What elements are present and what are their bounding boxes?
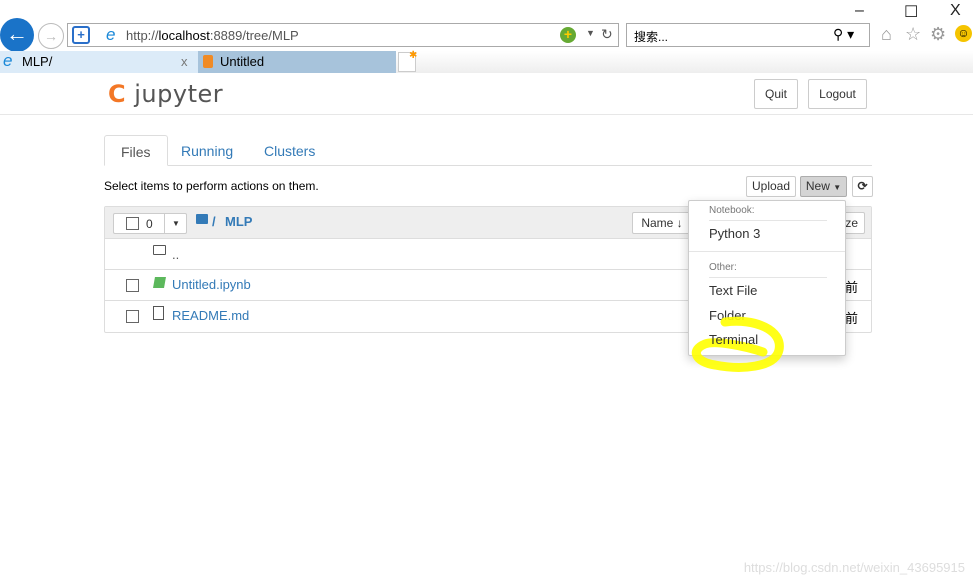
sort-name-button[interactable]: Name ↓	[632, 212, 692, 234]
refresh-button[interactable]: ⟳	[852, 176, 873, 197]
menu-item-python3[interactable]: Python 3	[709, 226, 760, 241]
forward-button[interactable]: →	[38, 23, 64, 49]
parent-folder-link[interactable]: ..	[172, 247, 179, 262]
file-link[interactable]: README.md	[172, 308, 249, 323]
row-checkbox[interactable]	[126, 279, 139, 292]
caret-down-icon: ▼	[833, 183, 842, 192]
menu-item-terminal[interactable]: Terminal	[709, 332, 758, 347]
modified-time: 前	[845, 311, 859, 326]
row-checkbox[interactable]	[126, 310, 139, 323]
search-icon[interactable]: ⚲ ▾	[833, 26, 854, 43]
jupyter-logo-mark: C	[108, 80, 127, 108]
addon-icon[interactable]: +	[560, 27, 576, 43]
shield-icon[interactable]: +	[72, 26, 90, 44]
url-host: localhost	[158, 28, 210, 43]
upload-button[interactable]: Upload	[746, 176, 796, 197]
search-placeholder: 搜索...	[634, 30, 669, 44]
url-path: :8889/tree/MLP	[209, 28, 299, 43]
maximize-button[interactable]: ☐	[904, 2, 918, 22]
arrow-right-icon: →	[44, 28, 58, 44]
new-tab-icon: ✱	[409, 50, 418, 61]
home-icon[interactable]: ⌂	[881, 24, 892, 45]
refresh-icon[interactable]: ↻	[601, 26, 613, 43]
gear-icon[interactable]: ⚙	[930, 24, 946, 45]
smiley-icon[interactable]: ☺	[955, 25, 972, 42]
url-prefix: http://	[126, 28, 159, 43]
ie-icon: e	[106, 25, 116, 44]
modified-time: 前	[845, 280, 859, 295]
menu-item-text-file[interactable]: Text File	[709, 283, 757, 298]
breadcrumb-folder[interactable]: MLP	[225, 214, 252, 229]
star-icon[interactable]: ☆	[905, 24, 921, 45]
file-icon	[153, 306, 164, 320]
address-bar[interactable]: + e http://localhost:8889/tree/MLP + ▼ ↻	[67, 23, 619, 47]
file-link[interactable]: Untitled.ipynb	[172, 277, 251, 292]
logout-button[interactable]: Logout	[808, 79, 867, 109]
menu-divider	[709, 220, 827, 221]
menu-header-other: Other:	[709, 262, 737, 273]
tab-running[interactable]: Running	[165, 135, 249, 166]
tab-clusters[interactable]: Clusters	[248, 135, 331, 166]
folder-icon	[153, 245, 166, 255]
tab-label: MLP/	[22, 54, 53, 69]
search-input[interactable]: 搜索... ⚲ ▾	[626, 23, 870, 47]
browser-tab-mlp[interactable]: e MLP/x	[0, 51, 198, 73]
new-label: New	[805, 179, 830, 193]
new-button[interactable]: New ▼	[800, 176, 847, 197]
browser-tab-bar: e MLP/x Untitled ✱	[0, 50, 973, 73]
close-tab-icon[interactable]: x	[181, 54, 188, 69]
nav-tabs: Files Running Clusters	[104, 135, 872, 166]
header-divider	[0, 114, 973, 115]
menu-divider	[709, 277, 827, 278]
minimize-button[interactable]: –	[855, 2, 864, 20]
arrow-down-icon: ↓	[676, 216, 683, 230]
select-all-checkbox[interactable]	[126, 217, 139, 230]
menu-header-notebook: Notebook:	[709, 205, 755, 216]
menu-divider	[689, 251, 845, 252]
logo-text: jupyter	[134, 80, 224, 108]
divider	[164, 213, 165, 234]
folder-icon[interactable]	[196, 214, 208, 224]
caret-down-icon: ▼	[172, 219, 180, 228]
sort-label: Name	[641, 216, 674, 230]
dropdown-icon[interactable]: ▼	[586, 28, 595, 38]
arrow-left-icon: ←	[6, 21, 28, 46]
select-all-dropdown[interactable]: 0 ▼	[113, 213, 187, 234]
new-tab-button[interactable]: ✱	[398, 50, 418, 72]
ie-icon: e	[3, 51, 13, 70]
back-button[interactable]: ←	[0, 18, 34, 52]
quit-button[interactable]: Quit	[754, 79, 798, 109]
toolbar-hint: Select items to perform actions on them.	[104, 179, 319, 193]
tab-label: Untitled	[220, 54, 265, 69]
notebook-icon	[203, 55, 213, 68]
watermark: https://blog.csdn.net/weixin_43695915	[743, 560, 965, 575]
close-window-button[interactable]: X	[950, 2, 961, 20]
tab-files[interactable]: Files	[104, 135, 168, 166]
url-text[interactable]: http://localhost:8889/tree/MLP	[126, 28, 299, 43]
jupyter-logo[interactable]: C jupyter	[108, 80, 223, 108]
selected-count: 0	[146, 217, 153, 231]
notebook-icon	[153, 277, 166, 288]
breadcrumb-root[interactable]: /	[212, 214, 216, 229]
browser-tab-untitled[interactable]: Untitled	[198, 51, 396, 73]
